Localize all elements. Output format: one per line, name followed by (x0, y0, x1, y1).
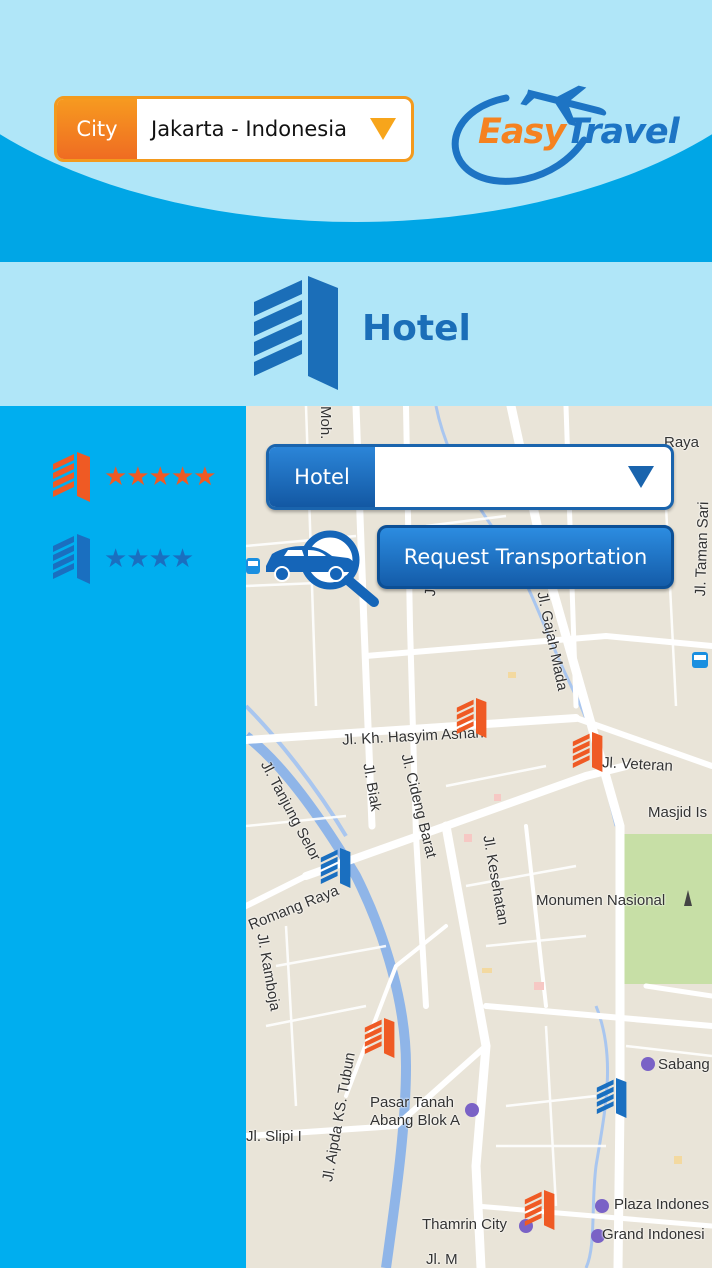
hotel-select-label: Hotel (269, 447, 375, 507)
hotel-pin-4-star[interactable] (320, 848, 352, 888)
hotel-pin-5-star[interactable] (456, 698, 488, 738)
logo-easy: Easy (478, 112, 566, 152)
chevron-down-icon[interactable] (355, 99, 411, 159)
hotel-building-icon (53, 534, 90, 584)
star-rating-5: ★★★★★ (104, 462, 217, 492)
map-label: Thamrin City (422, 1216, 508, 1233)
city-label: City (57, 99, 137, 159)
bus-icon (692, 652, 708, 668)
map-label: Sabang (658, 1056, 710, 1073)
logo-text: EasyTravel (478, 112, 680, 152)
section-band (0, 262, 712, 406)
map-label: Moh. (317, 406, 334, 440)
request-transportation-button[interactable]: Request Transportation (377, 525, 674, 589)
chevron-down-icon[interactable] (611, 447, 671, 507)
logo-travel: Travel (565, 112, 679, 152)
hotel-building-icon (53, 452, 90, 502)
hotel-select-value (375, 447, 611, 507)
hotel-pin-5-star[interactable] (524, 1190, 556, 1230)
rating-filter-5-stars[interactable]: ★★★★★ (52, 452, 217, 502)
hotel-select[interactable]: Hotel (266, 444, 674, 510)
map-label: Jl. M (426, 1251, 458, 1268)
hotel-pin-4-star[interactable] (596, 1078, 628, 1118)
hotel-building-icon (254, 276, 338, 390)
map-label: Masjid Is (648, 804, 708, 821)
rating-filter-4-stars[interactable]: ★★★★ (52, 534, 194, 584)
map-label: Plaza Indones (614, 1196, 710, 1213)
map-label: Jl. Veteran (601, 754, 674, 775)
bus-icon (246, 558, 260, 574)
map-label: Abang Blok A (370, 1112, 461, 1129)
hotel-pin-5-star[interactable] (572, 732, 604, 772)
map-label: Monumen Nasional (536, 892, 666, 909)
page-title: Hotel (362, 308, 471, 349)
car-search-icon[interactable] (264, 522, 382, 608)
map-label: Grand Indonesi (602, 1226, 705, 1243)
city-value: Jakarta - Indonesia (151, 117, 347, 141)
star-rating-4: ★★★★ (104, 544, 194, 574)
map-label: Pasar Tanah (370, 1094, 454, 1111)
hotel-pin-5-star[interactable] (364, 1018, 396, 1058)
map-label: Jl. Slipi I (246, 1128, 302, 1145)
city-selector[interactable]: City Jakarta - Indonesia (54, 96, 414, 162)
map-label: Jl. Taman Sari (692, 501, 712, 597)
